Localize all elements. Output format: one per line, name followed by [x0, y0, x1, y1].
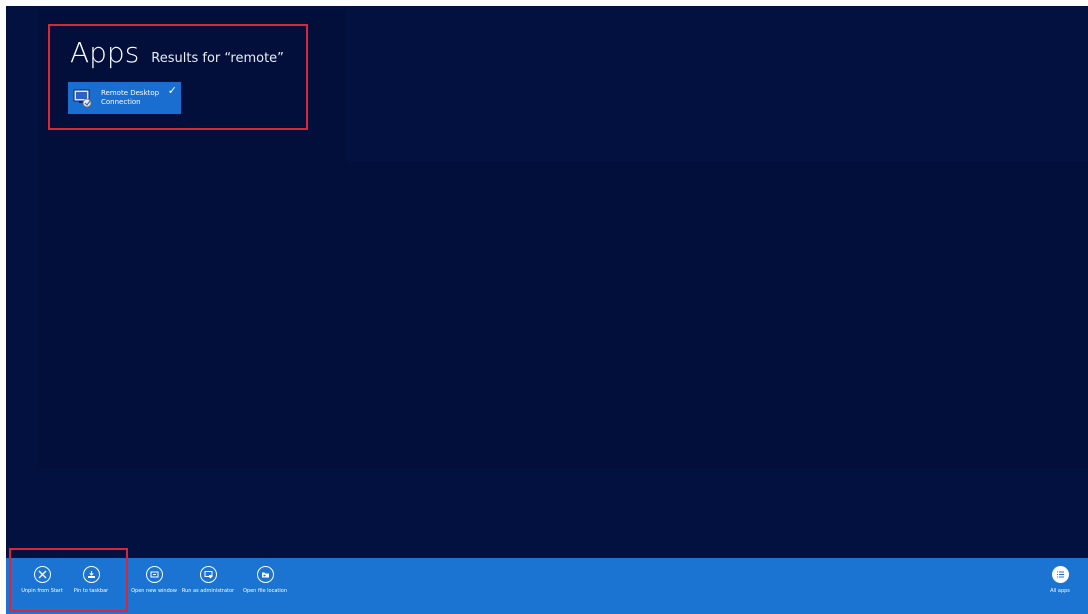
all-apps-label: All apps — [1050, 588, 1070, 594]
run-as-administrator-button[interactable]: Run as administrator — [176, 566, 240, 595]
highlight-box-app-bar-commands — [9, 548, 128, 612]
open-file-location-button[interactable]: Open file location — [233, 566, 297, 595]
new-window-icon — [145, 566, 163, 583]
app-bar: Unpin from Start Pin to taskbar Open new… — [6, 558, 1088, 614]
highlight-box-search-results — [48, 24, 308, 130]
start-screen: Apps Results for “remote” Remote Desktop… — [6, 6, 1088, 614]
run-as-administrator-label: Run as administrator — [181, 588, 235, 594]
shield-icon — [199, 566, 217, 583]
all-apps-button[interactable]: All apps — [1028, 566, 1088, 595]
folder-icon — [256, 566, 274, 583]
list-icon — [1051, 566, 1069, 583]
open-file-location-label: Open file location — [243, 588, 287, 594]
results-panel — [38, 162, 1088, 468]
open-new-window-label: Open new window — [131, 588, 177, 594]
